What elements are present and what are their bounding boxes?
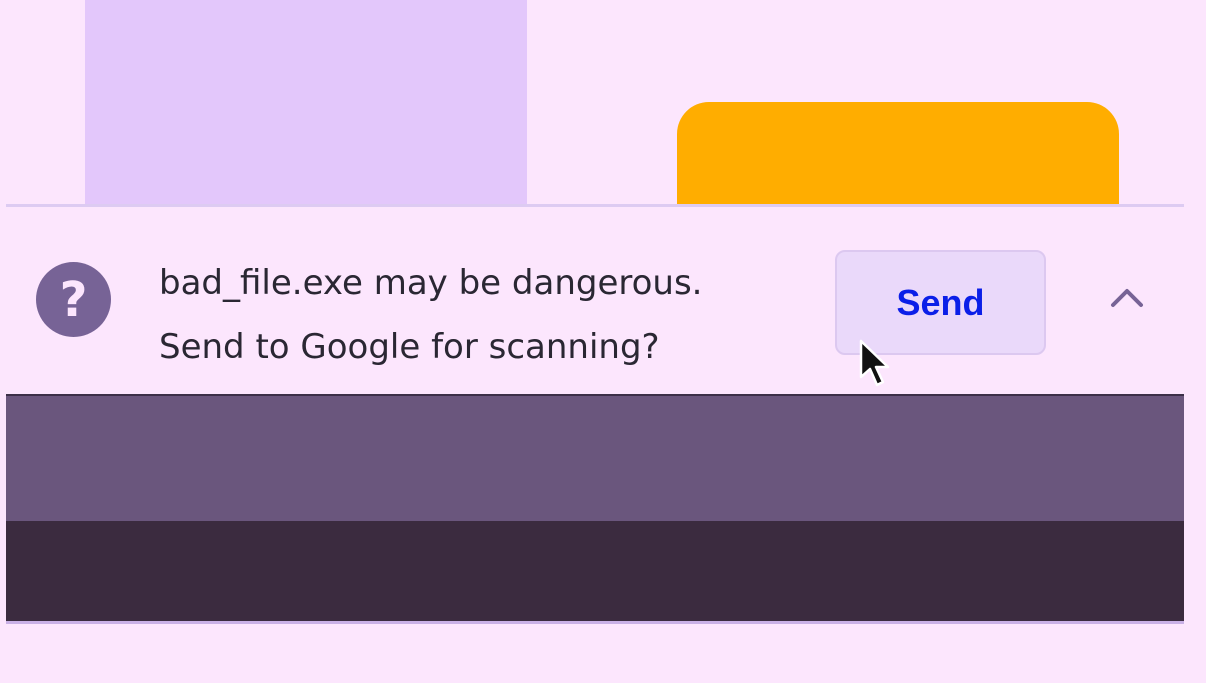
question-mark-icon: ? [36, 262, 111, 337]
cursor-icon [859, 339, 890, 387]
warning-message-line-2: Send to Google for scanning? [159, 327, 660, 367]
warning-message: bad_file.exe may be dangerous. Send to G… [159, 251, 702, 379]
chevron-up-icon[interactable] [1110, 285, 1144, 309]
download-warning-bar: ? bad_file.exe may be dangerous. Send to… [6, 204, 1184, 394]
bottom-dark-strip [6, 521, 1184, 624]
background-lavender-panel [85, 0, 527, 206]
bottom-purple-bar [6, 394, 1184, 521]
warning-message-line-1: bad_file.exe may be dangerous. [159, 263, 703, 303]
